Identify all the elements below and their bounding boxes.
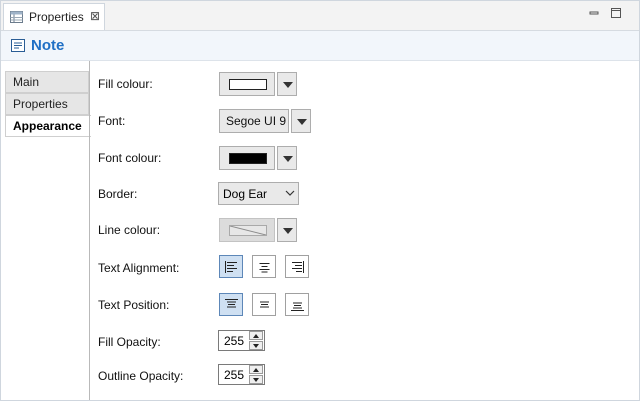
align-middle-icon bbox=[260, 301, 269, 308]
font-value: Segoe UI 9 bbox=[226, 114, 287, 128]
line-colour-button[interactable] bbox=[219, 218, 275, 242]
increment-button[interactable] bbox=[249, 331, 263, 340]
border-select[interactable]: Dog Ear bbox=[218, 182, 299, 205]
border-value: Dog Ear bbox=[223, 187, 268, 201]
tab-properties[interactable]: Properties bbox=[5, 93, 89, 115]
tab-main[interactable]: Main bbox=[5, 71, 89, 93]
down-arrow-icon bbox=[253, 378, 259, 382]
fill-colour-button[interactable] bbox=[219, 72, 275, 96]
down-arrow-icon bbox=[253, 344, 259, 348]
font-button[interactable]: Segoe UI 9 bbox=[219, 109, 289, 133]
border-label: Border: bbox=[98, 187, 138, 201]
dropdown-arrow-icon bbox=[297, 119, 307, 125]
align-middle-button[interactable] bbox=[252, 293, 276, 316]
text-alignment-label: Text Alignment: bbox=[98, 261, 180, 275]
maximize-icon[interactable] bbox=[610, 7, 622, 19]
fill-colour-label: Fill colour: bbox=[98, 77, 153, 91]
minimize-icon[interactable] bbox=[588, 7, 600, 19]
align-top-button[interactable] bbox=[219, 293, 243, 316]
line-colour-swatch bbox=[229, 225, 267, 236]
properties-view: Properties ⊠ Note Main Properties Appear… bbox=[0, 0, 640, 401]
section-header: Note bbox=[1, 31, 639, 61]
note-icon bbox=[11, 39, 25, 52]
fill-colour-dropdown[interactable] bbox=[277, 72, 297, 96]
view-tab-bar: Properties ⊠ bbox=[1, 1, 639, 31]
fill-colour-swatch bbox=[229, 79, 267, 90]
font-colour-swatch bbox=[229, 153, 267, 164]
align-bottom-button[interactable] bbox=[285, 293, 309, 316]
dropdown-arrow-icon bbox=[283, 82, 293, 88]
up-arrow-icon bbox=[253, 334, 259, 338]
fill-opacity-label: Fill Opacity: bbox=[98, 335, 161, 349]
align-center-icon bbox=[259, 263, 270, 273]
dropdown-arrow-icon bbox=[283, 156, 293, 162]
properties-tab[interactable]: Properties ⊠ bbox=[3, 3, 105, 30]
font-dropdown[interactable] bbox=[291, 109, 311, 133]
align-left-button[interactable] bbox=[219, 255, 243, 278]
font-colour-button[interactable] bbox=[219, 146, 275, 170]
close-icon[interactable]: ⊠ bbox=[90, 9, 100, 23]
align-top-icon bbox=[225, 299, 238, 308]
chevron-down-icon bbox=[285, 190, 295, 196]
outline-opacity-spinner[interactable]: 255 bbox=[218, 364, 265, 385]
align-right-icon bbox=[292, 261, 304, 273]
properties-icon bbox=[10, 11, 23, 23]
divider bbox=[89, 61, 90, 115]
tab-appearance[interactable]: Appearance bbox=[5, 115, 91, 137]
divider bbox=[89, 115, 90, 400]
increment-button[interactable] bbox=[249, 365, 263, 374]
line-colour-label: Line colour: bbox=[98, 223, 161, 237]
font-colour-dropdown[interactable] bbox=[277, 146, 297, 170]
decrement-button[interactable] bbox=[249, 375, 263, 384]
align-right-button[interactable] bbox=[285, 255, 309, 278]
align-left-icon bbox=[225, 261, 237, 273]
text-position-label: Text Position: bbox=[98, 298, 170, 312]
fill-opacity-spinner[interactable]: 255 bbox=[218, 330, 265, 351]
page-title: Note bbox=[31, 37, 65, 54]
up-arrow-icon bbox=[253, 368, 259, 372]
font-label: Font: bbox=[98, 114, 126, 128]
properties-tab-label: Properties bbox=[29, 10, 84, 24]
diagonal-line-icon bbox=[230, 226, 266, 235]
outline-opacity-value: 255 bbox=[224, 368, 245, 382]
line-colour-dropdown[interactable] bbox=[277, 218, 297, 242]
font-colour-label: Font colour: bbox=[98, 151, 162, 165]
decrement-button[interactable] bbox=[249, 341, 263, 350]
outline-opacity-label: Outline Opacity: bbox=[98, 369, 184, 383]
fill-opacity-value: 255 bbox=[224, 334, 245, 348]
align-center-button[interactable] bbox=[252, 255, 276, 278]
align-bottom-icon bbox=[291, 302, 304, 311]
dropdown-arrow-icon bbox=[283, 228, 293, 234]
